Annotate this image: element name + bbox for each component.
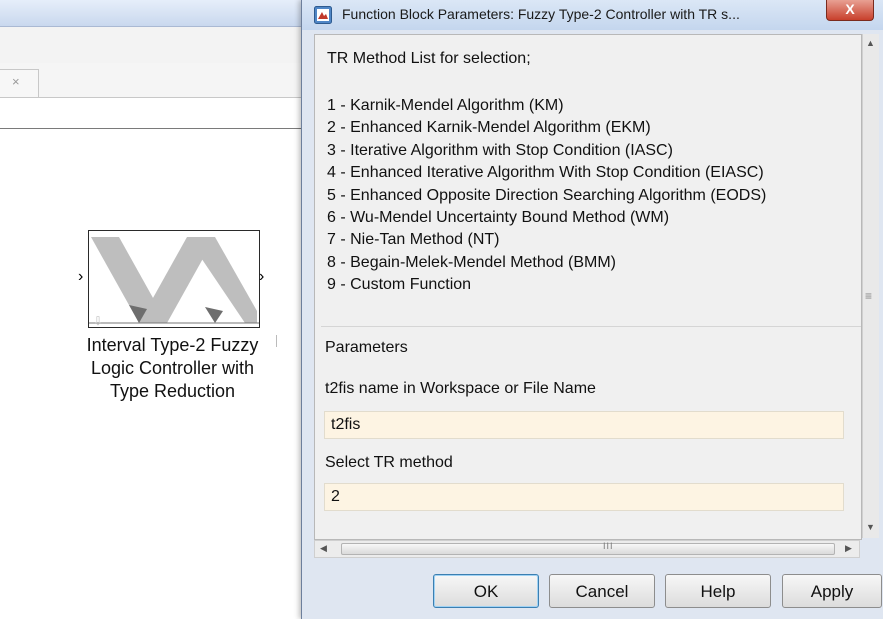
block-input-port-icon[interactable]: › — [78, 268, 83, 286]
tr-method-item: 5 - Enhanced Opposite Direction Searchin… — [327, 186, 767, 204]
tr-method-item: 7 - Nie-Tan Method (NT) — [327, 231, 500, 249]
tr-method-input[interactable] — [324, 483, 844, 511]
block-label[interactable]: Interval Type-2 Fuzzy Logic Controller w… — [50, 334, 295, 403]
scroll-up-icon[interactable]: ▲ — [866, 38, 875, 48]
scroll-thumb-grip-icon: III — [603, 541, 614, 551]
model-tab[interactable]: × — [0, 69, 39, 97]
model-tab-strip — [0, 63, 305, 97]
fuzzy-controller-block[interactable]: ⇩ — [88, 230, 260, 328]
dialog-titlebar[interactable]: Function Block Parameters: Fuzzy Type-2 … — [302, 0, 883, 30]
tr-method-item: 4 - Enhanced Iterative Algorithm With St… — [327, 164, 764, 182]
scroll-down-icon[interactable]: ▼ — [866, 522, 875, 532]
help-button[interactable]: Help — [665, 574, 771, 608]
parameters-section-label: Parameters — [325, 339, 412, 357]
vertical-scrollbar[interactable]: ▲ ≡ ▼ — [862, 34, 879, 538]
tr-method-list: 1 - Karnik-Mendel Algorithm (KM) 2 - Enh… — [327, 95, 766, 297]
model-window-titlebar — [0, 0, 305, 27]
horizontal-scroll-thumb[interactable] — [341, 543, 835, 555]
dialog-title: Function Block Parameters: Fuzzy Type-2 … — [342, 6, 740, 22]
tr-method-item: 9 - Custom Function — [327, 276, 472, 294]
membership-functions-icon: ⇩ — [89, 237, 259, 327]
t2fis-name-input[interactable] — [324, 411, 844, 439]
tab-close-icon[interactable]: × — [12, 74, 20, 89]
svg-text:⇩: ⇩ — [93, 314, 103, 327]
close-icon: X — [845, 1, 855, 17]
tr-method-item: 2 - Enhanced Karnik-Mendel Algorithm (EK… — [327, 119, 651, 137]
block-parameters-dialog: Function Block Parameters: Fuzzy Type-2 … — [301, 0, 883, 619]
tr-method-item: 1 - Karnik-Mendel Algorithm (KM) — [327, 97, 564, 114]
tr-method-list-heading: TR Method List for selection; — [327, 50, 531, 67]
label-edge-mark — [276, 335, 277, 347]
simulink-app-icon — [314, 6, 332, 24]
ok-button[interactable]: OK — [433, 574, 539, 608]
dialog-content-pane: TR Method List for selection; 1 - Karnik… — [314, 34, 862, 540]
horizontal-scrollbar[interactable]: ◀ III ▶ — [314, 540, 860, 558]
scroll-grip-icon: ≡ — [865, 289, 873, 303]
tr-method-field-label: Select TR method — [325, 454, 453, 471]
tr-method-item: 8 - Begain-Melek-Mendel Method (BMM) — [327, 253, 616, 271]
scroll-left-icon[interactable]: ◀ — [320, 543, 327, 554]
parameters-group: Parameters t2fis name in Workspace or Fi… — [321, 326, 861, 539]
cancel-button[interactable]: Cancel — [549, 574, 655, 608]
close-button[interactable]: X — [826, 0, 874, 21]
tr-method-item: 3 - Iterative Algorithm with Stop Condit… — [327, 141, 673, 159]
block-output-port-icon[interactable]: › — [259, 268, 264, 286]
model-window-toolbar — [0, 27, 305, 64]
apply-button[interactable]: Apply — [782, 574, 882, 608]
t2fis-field-label: t2fis name in Workspace or File Name — [325, 380, 596, 397]
tr-method-item: 6 - Wu-Mendel Uncertainty Bound Method (… — [327, 209, 670, 227]
model-address-bar[interactable] — [0, 97, 305, 129]
scroll-right-icon[interactable]: ▶ — [845, 543, 852, 554]
